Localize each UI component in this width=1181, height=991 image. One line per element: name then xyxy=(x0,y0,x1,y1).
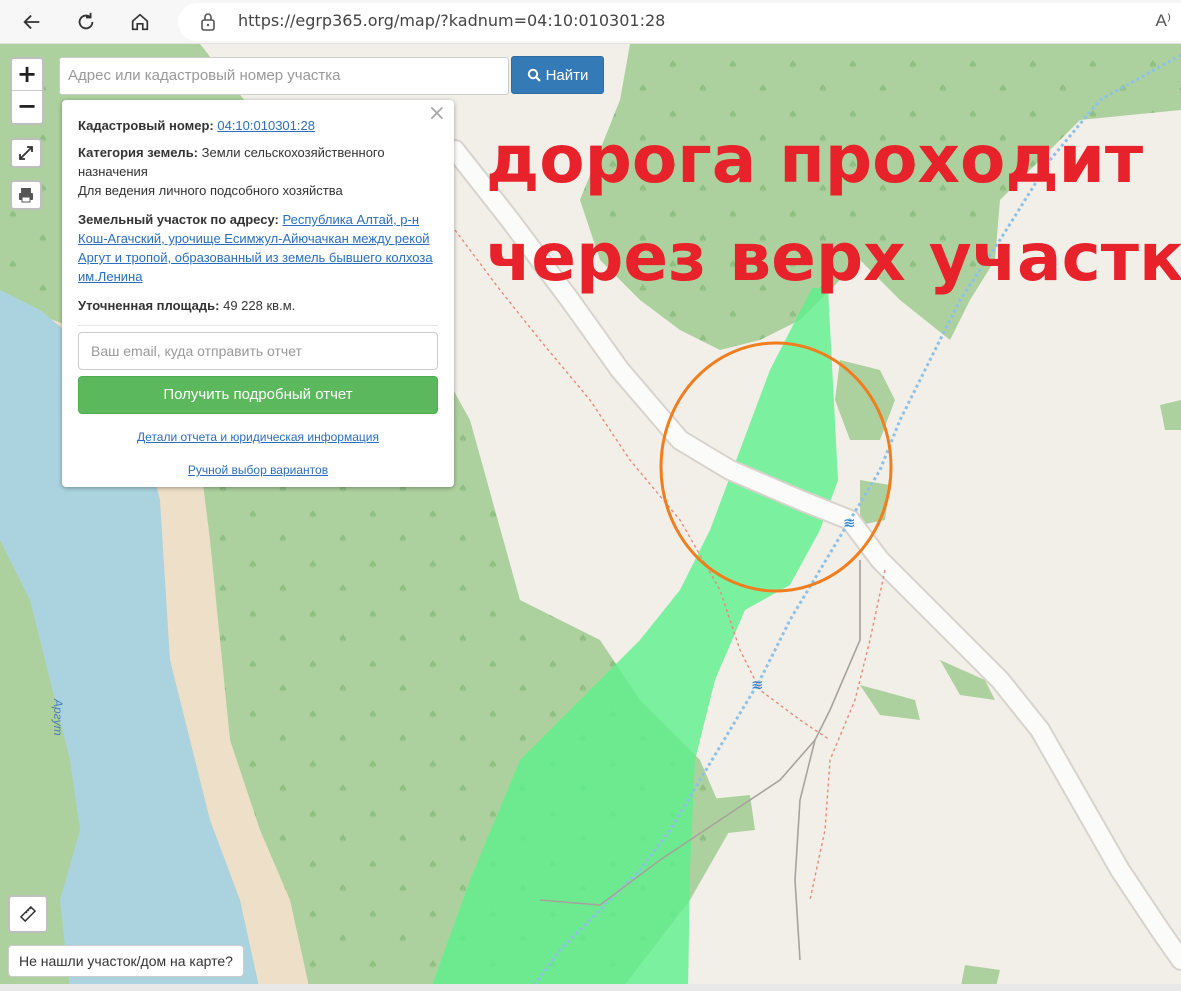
printer-icon xyxy=(19,188,33,203)
zoom-out-button[interactable]: − xyxy=(12,91,42,123)
cadastral-row: Кадастровый номер: 04:10:010301:28 xyxy=(78,116,438,135)
report-details-link: Детали отчета и юридическая информация xyxy=(78,428,438,447)
category-label: Категория земель: xyxy=(78,145,199,160)
category-row: Категория земель: Земли сельскохозяйстве… xyxy=(78,143,438,200)
svg-text:≋: ≋ xyxy=(751,676,764,694)
svg-text:≋: ≋ xyxy=(843,514,856,532)
expand-icon xyxy=(19,146,33,160)
ruler-icon xyxy=(19,905,37,923)
annotation-line-1: дорога проходит xyxy=(486,121,1144,198)
browser-toolbar: https://egrp365.org/map/?kadnum=04:10:01… xyxy=(0,0,1181,44)
cadastral-link[interactable]: 04:10:010301:28 xyxy=(217,118,315,133)
search-button[interactable]: Найти xyxy=(511,56,604,94)
cadastral-label: Кадастровый номер: xyxy=(78,118,214,133)
arrow-left-icon xyxy=(23,14,40,30)
search-input[interactable]: Адрес или кадастровый номер участка xyxy=(59,57,509,95)
zoom-in-button[interactable]: + xyxy=(12,59,42,91)
lock-icon xyxy=(201,13,215,31)
url-text: https://egrp365.org/map/?kadnum=04:10:01… xyxy=(238,11,666,30)
email-field[interactable]: Ваш email, куда отправить отчет xyxy=(78,332,438,370)
manual-selection-link: Ручной выбор вариантов xyxy=(78,461,438,480)
address-row: Земельный участок по адресу: Республика … xyxy=(78,210,438,286)
area-label: Уточненная площадь: xyxy=(78,298,220,313)
address-bar[interactable]: https://egrp365.org/map/?kadnum=04:10:01… xyxy=(178,3,1181,41)
home-button[interactable] xyxy=(124,6,156,38)
zoom-control: + − xyxy=(10,57,44,125)
annotation-line-2: через верх участка xyxy=(486,219,1181,296)
measure-button[interactable] xyxy=(8,895,48,933)
manual-selection-link-text[interactable]: Ручной выбор вариантов xyxy=(188,463,328,477)
area-value: 49 228 кв.м. xyxy=(223,298,296,313)
read-aloud-icon[interactable]: A⁾ xyxy=(1155,11,1171,31)
refresh-button[interactable] xyxy=(70,6,102,38)
report-details-link-text[interactable]: Детали отчета и юридическая информация xyxy=(137,430,379,444)
search-icon xyxy=(527,68,541,82)
search-button-label: Найти xyxy=(545,66,589,84)
usage-value: Для ведения личного подсобного хозяйства xyxy=(78,183,343,198)
fullscreen-button[interactable] xyxy=(10,138,42,168)
address-label: Земельный участок по адресу: xyxy=(78,212,279,227)
area-row: Уточненная площадь: 49 228 кв.м. xyxy=(78,296,438,315)
divider xyxy=(78,325,438,326)
get-report-button[interactable]: Получить подробный отчет xyxy=(78,376,438,414)
river-label: Аргут xyxy=(51,699,65,736)
back-button[interactable] xyxy=(16,6,48,38)
not-found-button[interactable]: Не нашли участок/дом на карте? xyxy=(8,945,244,977)
parcel-info-popup: × Кадастровый номер: 04:10:010301:28 Кат… xyxy=(62,100,454,487)
home-icon xyxy=(131,13,149,31)
refresh-icon xyxy=(78,12,94,30)
close-icon[interactable]: × xyxy=(428,103,446,125)
print-button[interactable] xyxy=(10,180,42,210)
